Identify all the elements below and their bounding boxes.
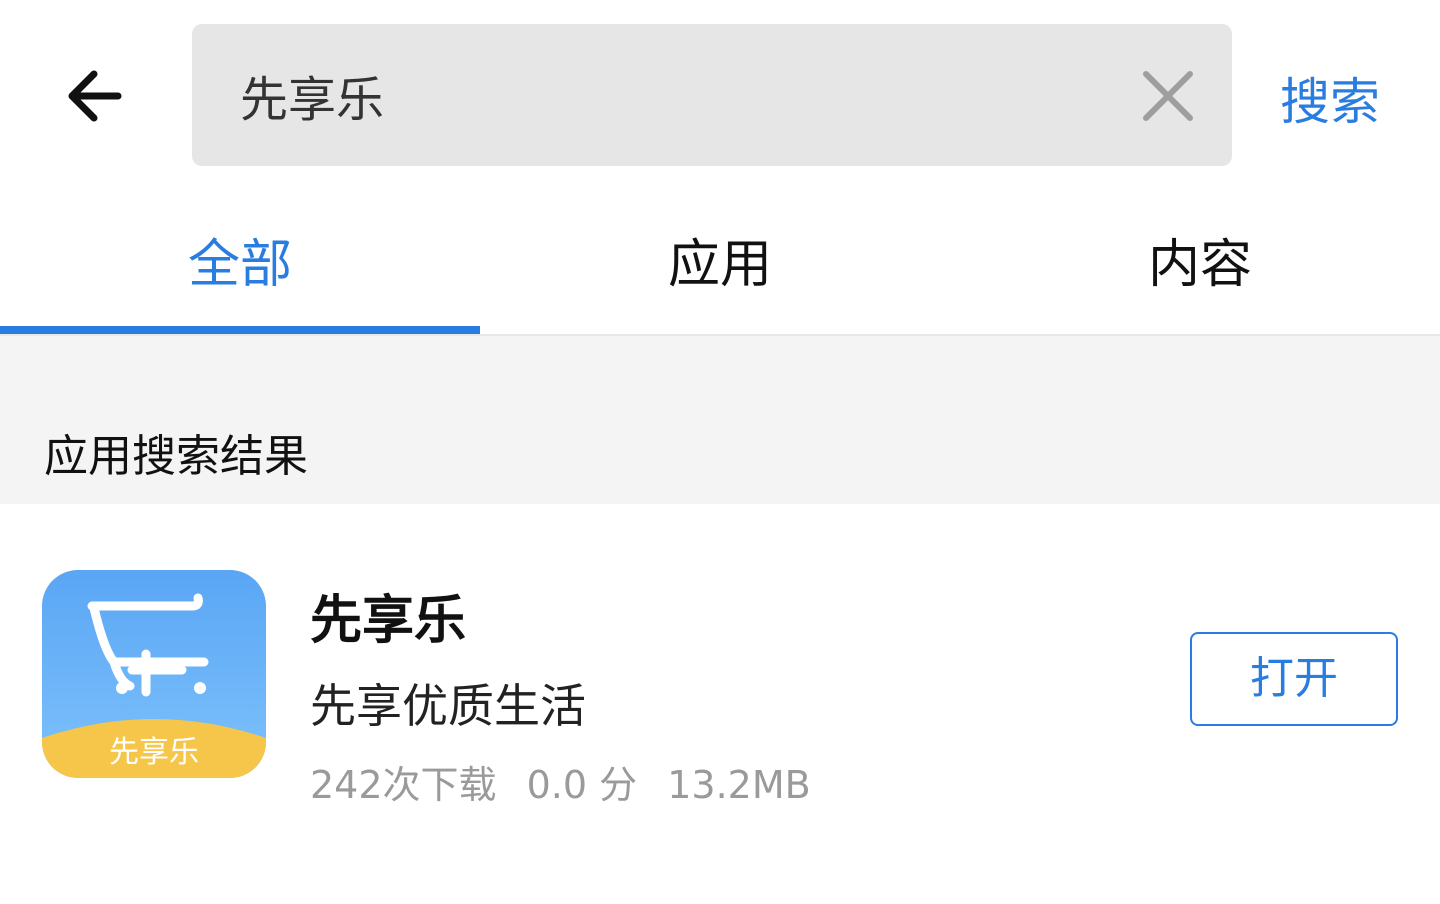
download-count: 242次下载 [310, 763, 497, 807]
tab-apps[interactable]: 应用 [480, 190, 960, 336]
tab-content[interactable]: 内容 [960, 190, 1440, 336]
section-title: 应用搜索结果 [44, 431, 308, 482]
tab-all[interactable]: 全部 [0, 190, 480, 336]
app-icon-label: 先享乐 [109, 735, 199, 770]
app-description: 先享优质生活 [310, 679, 586, 733]
search-button[interactable]: 搜索 [1280, 62, 1380, 134]
file-size: 13.2MB [667, 763, 811, 807]
app-icon[interactable]: 先享乐 [42, 570, 266, 778]
search-box [192, 24, 1232, 166]
open-button[interactable]: 打开 [1190, 632, 1398, 726]
app-meta: 242次下载 0.0 分 13.2MB [310, 754, 829, 809]
back-arrow-icon[interactable] [60, 64, 130, 128]
tab-label: 内容 [1147, 235, 1252, 295]
active-tab-indicator [0, 326, 480, 334]
tab-label: 应用 [667, 235, 772, 295]
section-header: 应用搜索结果 [0, 336, 1440, 504]
search-input[interactable] [240, 58, 1100, 132]
header-bar: 搜索 [0, 0, 1440, 190]
tab-label: 全部 [187, 235, 292, 295]
rating: 0.0 分 [526, 763, 638, 807]
list-item[interactable]: 先享乐 先享乐 先享优质生活 242次下载 0.0 分 13.2MB 打开 [0, 504, 1440, 904]
app-name[interactable]: 先享乐 [310, 578, 466, 653]
tab-bar: 全部 应用 内容 [0, 190, 1440, 336]
close-icon[interactable] [1140, 68, 1196, 124]
